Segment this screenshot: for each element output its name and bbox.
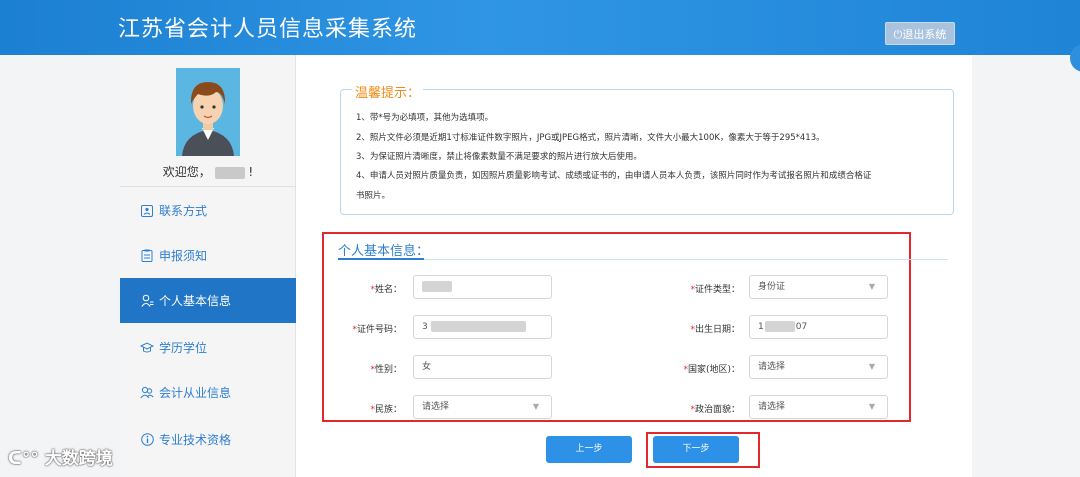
welcome-prefix: 欢迎您， [162, 165, 211, 179]
section-divider [338, 259, 948, 260]
username-redacted [214, 166, 245, 179]
political-status-label: *政治面貌： [690, 405, 740, 415]
tips-line: 4、申请人员对照片质量负责，如因照片质量影响考试、成绩或证书的，由申请人员本人负… [356, 171, 872, 181]
watermark: ᑕ°° 大数跨境 [8, 444, 113, 469]
id-number-redacted [430, 321, 526, 332]
graduation-cap-icon [140, 341, 154, 355]
sidebar-item-label: 专业技术资格 [159, 433, 232, 447]
logout-button[interactable]: ⏻退出系统 [885, 22, 955, 45]
id-number-label: *证件号码： [352, 325, 402, 335]
prev-step-button[interactable]: 上一步 [546, 436, 632, 463]
chevron-down-icon: ▼ [868, 402, 875, 411]
contact-icon [140, 204, 154, 218]
welcome-text: 欢迎您， ! [120, 163, 296, 180]
sidebar-item-label: 申报须知 [159, 249, 208, 263]
tips-line: 书照片。 [356, 191, 391, 201]
sidebar-item-notice[interactable]: 申报须知 [120, 233, 296, 278]
sidebar-item-label: 会计从业信息 [159, 386, 232, 400]
welcome-suffix: ! [248, 165, 254, 179]
sidebar-item-personal-info[interactable]: 个人基本信息 [120, 278, 296, 323]
sidebar-item-education[interactable]: 学历学位 [120, 325, 296, 370]
person-icon [140, 294, 154, 308]
name-label: *姓名： [370, 285, 402, 295]
id-type-label: *证件类型： [690, 285, 740, 295]
birth-date-field[interactable]: 1 07 [749, 315, 888, 339]
sidebar-item-label: 学历学位 [159, 341, 208, 355]
ethnicity-label: *民族： [370, 405, 402, 415]
avatar [176, 68, 240, 156]
name-field[interactable] [413, 275, 552, 299]
tips-title: 温馨提示： [352, 82, 424, 101]
section-title-underline [338, 258, 424, 260]
birth-date-redacted [764, 321, 795, 332]
name-redacted [422, 281, 452, 292]
sidebar-item-qualification[interactable]: 专业技术资格 [120, 417, 296, 462]
app-title: 江苏省会计人员信息采集系统 [118, 17, 418, 42]
section-title: 个人基本信息： [338, 244, 430, 259]
country-select[interactable]: 请选择 ▼ [749, 355, 888, 379]
chevron-down-icon: ▼ [868, 282, 875, 291]
sidebar-item-label: 个人基本信息 [159, 294, 232, 308]
next-step-button[interactable]: 下一步 [653, 436, 739, 463]
political-status-select[interactable]: 请选择 ▼ [749, 395, 888, 419]
sidebar-item-label: 联系方式 [159, 204, 208, 218]
watermark-text: 大数跨境 [44, 449, 113, 469]
notice-icon [140, 249, 154, 263]
tips-line: 3、为保证照片清晰度，禁止将像素数量不满足要求的照片进行放大后使用。 [356, 152, 642, 162]
sidebar: 欢迎您， ! 联系方式 申报须知 个人基本信息 学历学位 会计从业信息 专业技术… [120, 55, 296, 477]
info-icon [140, 433, 154, 447]
country-label: *国家(地区)： [683, 365, 740, 375]
tips-line: 1、带*号为必填项，其他为选填项。 [356, 113, 494, 123]
sidebar-item-contact[interactable]: 联系方式 [120, 188, 296, 233]
watermark-logo-icon: ᑕ°° [8, 449, 39, 469]
birth-date-label: *出生日期： [690, 325, 740, 335]
id-number-field[interactable]: 3 [413, 315, 552, 339]
ethnicity-select[interactable]: 请选择 ▼ [413, 395, 552, 419]
sidebar-divider [120, 186, 296, 187]
sidebar-item-accounting[interactable]: 会计从业信息 [120, 370, 296, 415]
chevron-down-icon: ▼ [532, 402, 539, 411]
chevron-down-icon: ▼ [868, 362, 875, 371]
tips-line: 2、照片文件必须是近期1寸标准证件数字照片，JPG或JPEG格式，照片清晰，文件… [356, 133, 825, 143]
id-type-select[interactable]: 身份证 ▼ [749, 275, 888, 299]
group-icon [140, 386, 154, 400]
gender-label: *性别： [370, 365, 402, 375]
gender-field[interactable]: 女 [413, 355, 552, 379]
